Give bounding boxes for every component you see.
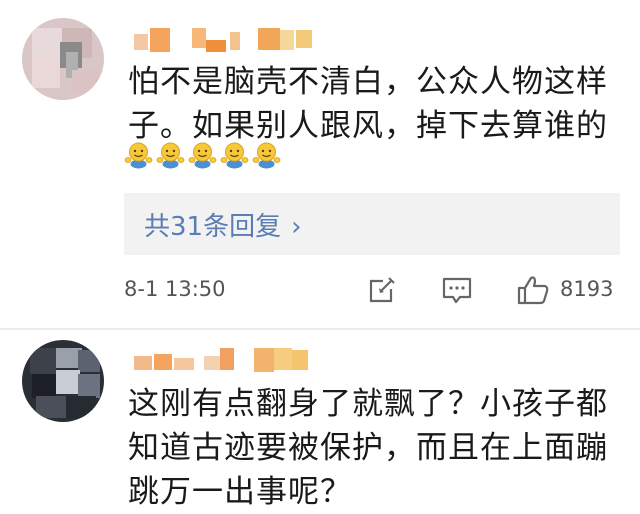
name-pixel bbox=[296, 30, 312, 48]
avatar-pixel bbox=[66, 396, 96, 418]
name-pixel bbox=[174, 358, 194, 370]
shrug-emoji bbox=[220, 142, 249, 169]
shrug-emoji bbox=[156, 142, 185, 169]
avatar-pixel bbox=[36, 396, 66, 418]
name-pixel bbox=[154, 354, 172, 370]
avatar-pixel bbox=[30, 348, 56, 374]
name-pixel bbox=[254, 348, 274, 372]
share-icon[interactable] bbox=[367, 275, 397, 305]
name-pixel bbox=[206, 40, 226, 52]
name-pixel bbox=[192, 28, 206, 48]
view-replies-link[interactable]: 共31条回复 › bbox=[144, 206, 302, 243]
name-pixel bbox=[230, 32, 240, 50]
replies-count-label: 共31条回复 bbox=[144, 212, 282, 242]
like-count: 8193 bbox=[560, 277, 614, 301]
name-pixel bbox=[292, 350, 308, 370]
name-pixel bbox=[220, 348, 234, 370]
avatar-pixel bbox=[78, 374, 100, 398]
avatar-pixel bbox=[32, 28, 62, 58]
shrug-emoji bbox=[188, 142, 217, 169]
username-pixelated[interactable] bbox=[134, 26, 324, 56]
comment-icon[interactable] bbox=[441, 276, 473, 306]
name-pixel bbox=[280, 30, 294, 50]
emoji-row bbox=[124, 140, 281, 170]
avatar-pixel bbox=[72, 70, 98, 92]
avatar-pixel bbox=[56, 370, 80, 394]
avatar-pixel bbox=[32, 58, 60, 88]
comment-divider bbox=[0, 328, 640, 330]
avatar[interactable] bbox=[22, 18, 104, 100]
comment-text: 这刚有点翻身了就飘了？小孩子都 知道古迹要被保护，而且在上面蹦 跳万一出事呢？ bbox=[128, 386, 608, 510]
thumbs-up-icon[interactable] bbox=[516, 274, 550, 306]
username-pixelated[interactable] bbox=[134, 346, 314, 376]
shrug-emoji bbox=[124, 142, 153, 169]
name-pixel bbox=[134, 356, 152, 370]
replies-panel[interactable]: 共31条回复 › bbox=[124, 193, 620, 255]
shrug-emoji bbox=[252, 142, 281, 169]
avatar-pixel bbox=[32, 374, 56, 398]
chevron-right-icon: › bbox=[291, 212, 302, 242]
name-pixel bbox=[134, 34, 148, 50]
comment-timestamp: 8-1 13:50 bbox=[124, 277, 226, 301]
avatar-pixel bbox=[78, 350, 100, 372]
name-pixel bbox=[274, 348, 292, 370]
comment-text: 怕不是脑壳不清白，公众人物这样 子。如果别人跟风，掉下去算谁的 bbox=[128, 64, 608, 144]
name-pixel bbox=[258, 28, 280, 50]
avatar[interactable] bbox=[22, 340, 104, 422]
name-pixel bbox=[150, 28, 170, 52]
name-pixel bbox=[204, 356, 220, 370]
